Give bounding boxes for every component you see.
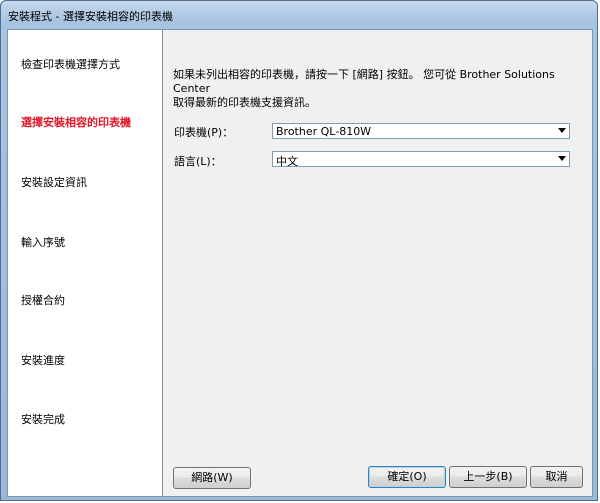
sidebar-step-setup-info: 安裝設定資訊 xyxy=(21,176,87,189)
description-line-2: 取得最新的印表機支援資訊。 xyxy=(173,96,316,109)
sidebar-step-serial-number: 輸入序號 xyxy=(21,236,65,249)
chevron-down-icon xyxy=(558,128,566,133)
window-title: 安裝程式 - 選擇安裝相容的印表機 xyxy=(8,10,173,23)
dialog-client-area: 檢查印表機選擇方式 選擇安裝相容的印表機 安裝設定資訊 輸入序號 授權合約 安裝… xyxy=(7,29,593,497)
network-button[interactable]: 網路(W) xyxy=(173,467,251,489)
steps-sidebar: 檢查印表機選擇方式 選擇安裝相容的印表機 安裝設定資訊 輸入序號 授權合約 安裝… xyxy=(8,30,163,496)
description-text: 如果未列出相容的印表機，請按一下 [網路] 按鈕。 您可從 Brother So… xyxy=(173,68,585,110)
printer-label: 印表機(P)： xyxy=(174,126,234,139)
back-button[interactable]: 上一步(B) xyxy=(449,466,527,488)
sidebar-step-complete: 安裝完成 xyxy=(21,413,65,426)
sidebar-step-check-printer-method: 檢查印表機選擇方式 xyxy=(21,58,120,71)
language-select[interactable]: 中文 xyxy=(272,151,570,168)
chevron-down-icon xyxy=(558,156,566,161)
printer-select-value: Brother QL-810W xyxy=(276,125,372,138)
sidebar-step-select-printer: 選擇安裝相容的印表機 xyxy=(21,116,131,129)
main-panel: 如果未列出相容的印表機，請按一下 [網路] 按鈕。 您可從 Brother So… xyxy=(163,30,592,496)
language-label: 語言(L)： xyxy=(174,155,222,168)
sidebar-step-license: 授權合約 xyxy=(21,294,65,307)
cancel-button[interactable]: 取消 xyxy=(530,466,583,488)
printer-select[interactable]: Brother QL-810W xyxy=(272,123,570,139)
installer-window: 安裝程式 - 選擇安裝相容的印表機 檢查印表機選擇方式 選擇安裝相容的印表機 安… xyxy=(0,0,598,501)
ok-button[interactable]: 確定(O) xyxy=(368,466,446,488)
sidebar-step-progress: 安裝進度 xyxy=(21,354,65,367)
language-select-value: 中文 xyxy=(276,155,298,168)
title-bar[interactable]: 安裝程式 - 選擇安裝相容的印表機 xyxy=(1,1,597,29)
description-line-1: 如果未列出相容的印表機，請按一下 [網路] 按鈕。 您可從 Brother So… xyxy=(173,68,555,95)
